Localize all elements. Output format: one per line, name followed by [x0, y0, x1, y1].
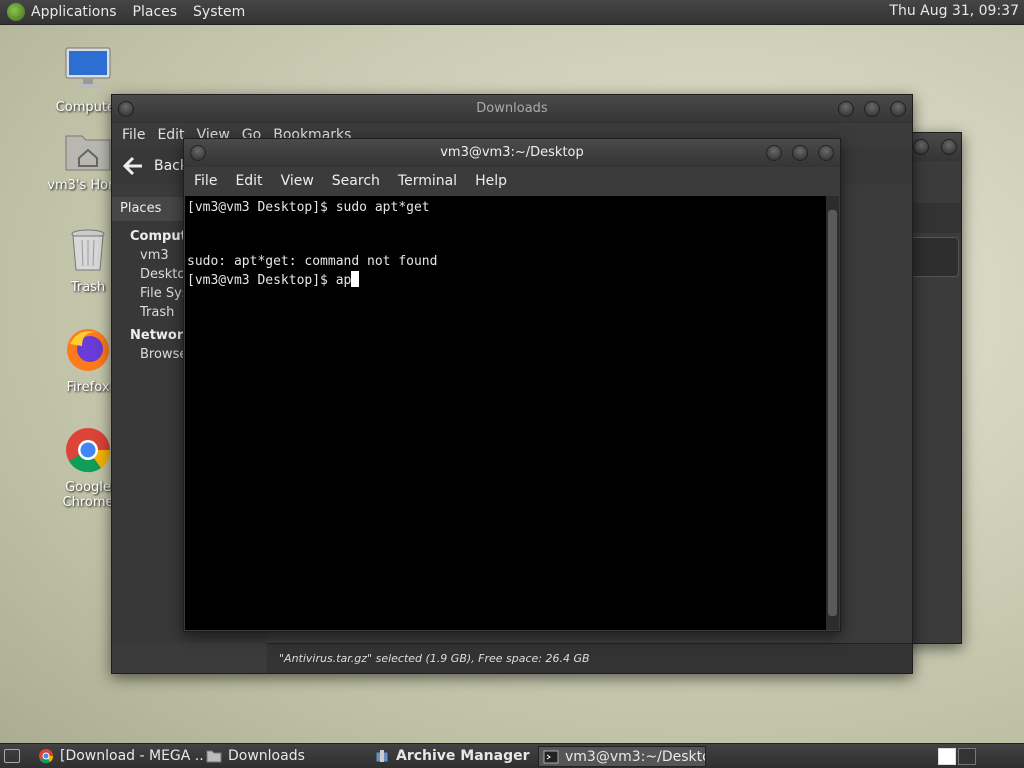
close-button[interactable]: [818, 145, 834, 161]
maximize-button[interactable]: [913, 139, 929, 155]
task-label: Downloads: [228, 748, 305, 764]
top-panel: Applications Places System Thu Aug 31, 0…: [0, 0, 1024, 25]
menu-terminal[interactable]: Terminal: [398, 173, 457, 189]
task-label: Archive Manager: [396, 748, 530, 764]
back-arrow-icon: [122, 156, 142, 176]
terminal-icon: [543, 750, 559, 764]
terminal-menubar: File Edit View Search Terminal Help: [184, 167, 840, 195]
terminal-line: [vm3@vm3 Desktop]$ ap: [187, 273, 352, 288]
menu-places[interactable]: Places: [133, 4, 178, 20]
terminal-title: vm3@vm3:~/Desktop: [440, 145, 584, 160]
terminal-line: [vm3@vm3 Desktop]$ sudo apt*get: [187, 200, 430, 215]
maximize-button[interactable]: [864, 101, 880, 117]
computer-icon: [65, 47, 111, 88]
minimize-button[interactable]: [838, 101, 854, 117]
terminal-window[interactable]: vm3@vm3:~/Desktop File Edit View Search …: [183, 138, 841, 632]
show-desktop-icon[interactable]: [4, 749, 20, 763]
terminal-cursor: [351, 271, 360, 287]
maximize-button[interactable]: [792, 145, 808, 161]
terminal-scrollbar-thumb[interactable]: [828, 210, 837, 616]
task-label: [Download - MEGA ...: [60, 748, 204, 764]
downloads-titlebar[interactable]: Downloads: [112, 95, 912, 123]
menu-applications[interactable]: Applications: [31, 4, 117, 20]
menu-file[interactable]: File: [194, 173, 217, 189]
task-terminal[interactable]: vm3@vm3:~/Desktop: [538, 746, 706, 767]
terminal-screen[interactable]: [vm3@vm3 Desktop]$ sudo apt*get sudo: ap…: [185, 196, 828, 630]
bottom-panel: [Download - MEGA ... Downloads Archive M…: [0, 743, 1024, 768]
close-button[interactable]: [890, 101, 906, 117]
task-mega-download[interactable]: [Download - MEGA ...: [34, 746, 204, 767]
workspace-1-icon[interactable]: [938, 748, 956, 765]
menu-file[interactable]: File: [122, 127, 145, 143]
back-button[interactable]: Back: [122, 156, 188, 176]
menu-edit[interactable]: Edit: [157, 127, 184, 143]
terminal-prompt-line: [vm3@vm3 Desktop]$ ap: [187, 271, 826, 290]
menu-help[interactable]: Help: [475, 173, 507, 189]
chrome-icon: [39, 749, 54, 764]
home-folder-icon: [65, 135, 111, 171]
downloads-statusbar: "Antivirus.tar.gz" selected (1.9 GB), Fr…: [267, 643, 912, 673]
terminal-scrollbar[interactable]: [826, 196, 839, 630]
minimize-button[interactable]: [766, 145, 782, 161]
menu-view[interactable]: View: [281, 173, 314, 189]
task-label: vm3@vm3:~/Desktop: [565, 749, 706, 765]
distro-logo-icon[interactable]: [7, 3, 25, 21]
menu-system[interactable]: System: [193, 4, 245, 20]
workspace-2-icon[interactable]: [958, 748, 976, 765]
task-archive-manager[interactable]: Archive Manager: [370, 746, 536, 767]
archive-icon: [375, 750, 389, 763]
close-button[interactable]: [941, 139, 957, 155]
window-menu-button[interactable]: [190, 145, 206, 161]
chrome-icon: [66, 428, 111, 473]
folder-icon: [206, 750, 222, 763]
menu-search[interactable]: Search: [332, 173, 380, 189]
terminal-titlebar[interactable]: vm3@vm3:~/Desktop: [184, 139, 840, 167]
firefox-icon: [67, 329, 109, 371]
menu-edit[interactable]: Edit: [235, 173, 262, 189]
downloads-title: Downloads: [476, 101, 548, 116]
trash-icon: [71, 229, 105, 271]
terminal-line: sudo: apt*get: command not found: [187, 254, 438, 269]
task-downloads[interactable]: Downloads: [202, 746, 362, 767]
window-menu-button[interactable]: [118, 101, 134, 117]
clock[interactable]: Thu Aug 31, 09:37: [889, 3, 1019, 19]
